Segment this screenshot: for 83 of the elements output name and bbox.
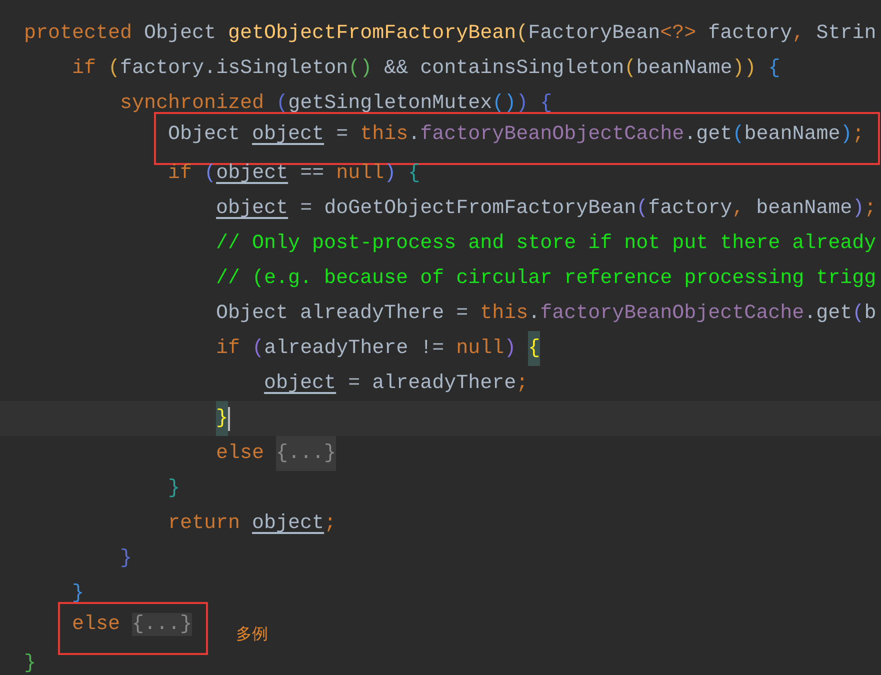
code-token: object [252, 511, 324, 537]
code-token: factory [708, 21, 792, 47]
code-token: synchronized [120, 91, 266, 117]
code-token: if [216, 336, 242, 362]
code-token: ) [744, 56, 756, 82]
code-token: == [300, 161, 326, 187]
code-token: Object [144, 21, 218, 47]
code-token: { [540, 91, 552, 117]
code-token: ( [108, 56, 120, 82]
code-token: ; [516, 371, 528, 397]
code-token: ( [516, 21, 528, 47]
code-comment: // (e.g. because of circular reference processing trigg [216, 266, 876, 292]
code-token: ) [504, 336, 516, 362]
code-token: } [72, 581, 84, 607]
code-token: { [768, 56, 780, 82]
code-token: } [120, 546, 132, 572]
code-token: protected [24, 21, 134, 47]
code-token: getObjectFromFactoryBean [228, 21, 516, 47]
code-token: object [264, 371, 336, 397]
code-token: . [408, 123, 420, 146]
code-token: } [216, 401, 228, 436]
code-token: ) [384, 161, 396, 187]
code-token: ( [204, 161, 216, 187]
code-token: alreadyThere != [264, 336, 446, 362]
code-token: . [528, 301, 540, 327]
code-token: ( [276, 91, 288, 117]
code-token: beanName [636, 56, 732, 82]
text-cursor [228, 406, 230, 430]
code-token: ) [516, 91, 528, 117]
code-token: } [168, 476, 180, 502]
code-token: ) [732, 56, 744, 82]
code-token: } [24, 651, 36, 675]
code-token: ) [840, 123, 852, 146]
code-token: { [528, 331, 540, 366]
code-token: return [168, 511, 242, 537]
code-token: = [336, 123, 350, 146]
code-token: factory.isSingleton [120, 56, 348, 82]
code-token: <?> [660, 21, 696, 47]
code-token: factory [648, 196, 732, 222]
code-token: factoryBeanObjectCache [420, 123, 684, 146]
annotation-note: 多例 [236, 623, 268, 645]
folded-code[interactable]: {...} [276, 436, 336, 471]
code-token: .get [804, 301, 852, 327]
code-token: b [864, 301, 876, 327]
code-token: , [732, 196, 746, 222]
code-token: ; [324, 511, 336, 537]
code-token: getSingletonMutex [288, 91, 492, 117]
code-token: object [252, 123, 324, 146]
code-token: ) [852, 196, 864, 222]
code-token: else [216, 441, 266, 467]
folded-code[interactable]: {...} [132, 613, 192, 636]
code-token: beanName [744, 123, 840, 146]
code-token: ; [864, 196, 876, 222]
code-token: if [72, 56, 98, 82]
code-token: () [348, 56, 372, 82]
code-token: factoryBeanObjectCache [540, 301, 804, 327]
code-token: ( [852, 301, 864, 327]
code-token: Strin [816, 21, 876, 47]
code-token: ( [624, 56, 636, 82]
code-token: .get [684, 123, 732, 146]
code-token: FactoryBean [528, 21, 660, 47]
code-token: Object [168, 123, 242, 146]
code-token: ; [852, 123, 864, 146]
code-token: ( [252, 336, 264, 362]
code-token: if [168, 161, 194, 187]
code-token: ( [732, 123, 744, 146]
code-token: ( [636, 196, 648, 222]
code-token: Object alreadyThere = [216, 301, 470, 327]
code-token: = alreadyThere [348, 371, 516, 397]
code-token: null [456, 336, 504, 362]
code-token: = doGetObjectFromFactoryBean [300, 196, 636, 222]
code-comment: // Only post-process and store if not put there already [216, 231, 876, 257]
code-token: this [360, 123, 408, 146]
code-token: beanName [756, 196, 852, 222]
code-token: null [336, 161, 384, 187]
code-token: { [408, 161, 420, 187]
code-token: () [492, 91, 516, 117]
code-token: && containsSingleton [384, 56, 624, 82]
code-token: else [72, 613, 122, 636]
code-token: object [216, 161, 288, 187]
code-token: , [792, 21, 806, 47]
code-token: this [480, 301, 528, 327]
code-token: object [216, 196, 288, 222]
